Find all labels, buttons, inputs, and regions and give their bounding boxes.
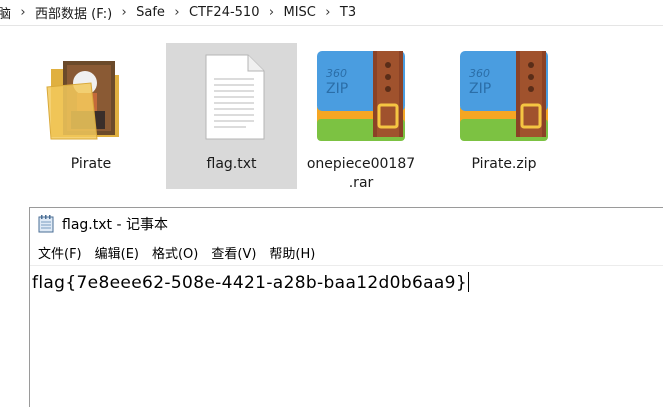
notepad-menu-bar: 文件(F) 编辑(E) 格式(O) 查看(V) 帮助(H): [30, 240, 663, 266]
archive-brand-label: 360: [326, 67, 347, 80]
menu-view[interactable]: 查看(V): [207, 243, 260, 262]
file-item-pirate-folder[interactable]: Pirate: [39, 43, 143, 189]
notepad-icon: [38, 215, 54, 233]
notepad-title-bar[interactable]: flag.txt - 记事本: [30, 208, 663, 240]
menu-help[interactable]: 帮助(H): [265, 243, 319, 262]
text-file-icon: [182, 47, 282, 147]
breadcrumb-item[interactable]: 脑: [0, 3, 15, 22]
file-name: flag.txt: [206, 156, 257, 172]
breadcrumb-item[interactable]: 西部数据 (F:): [31, 3, 116, 22]
text-caret: [468, 272, 470, 292]
chevron-right-icon[interactable]: ›: [116, 5, 132, 20]
notepad-text-line: flag{7e8eee62-508e-4421-a28b-baa12d0b6aa…: [32, 272, 470, 293]
breadcrumb-item[interactable]: CTF24-510: [185, 5, 264, 20]
archive-type-label: ZIP: [326, 81, 348, 97]
breadcrumb-item[interactable]: T3: [336, 5, 360, 20]
notepad-text-area[interactable]: flag{7e8eee62-508e-4421-a28b-baa12d0b6aa…: [30, 266, 663, 407]
breadcrumb-item[interactable]: MISC: [279, 5, 319, 20]
file-list: Pirate flag.txt 360 ZIP onepiece00187 .r…: [0, 27, 663, 207]
notepad-window: flag.txt - 记事本 文件(F) 编辑(E) 格式(O) 查看(V) 帮…: [29, 207, 663, 407]
menu-edit[interactable]: 编辑(E): [91, 243, 143, 262]
notepad-title: flag.txt - 记事本: [62, 217, 168, 233]
file-name: onepiece00187 .rar: [306, 156, 416, 191]
file-item-flag-txt[interactable]: flag.txt: [166, 43, 297, 189]
file-name: Pirate.zip: [471, 156, 537, 172]
notepad-content: flag{7e8eee62-508e-4421-a28b-baa12d0b6aa…: [32, 273, 468, 293]
chevron-right-icon[interactable]: ›: [15, 5, 31, 20]
folder-icon: [41, 47, 141, 147]
zip-archive-icon: 360 ZIP: [454, 47, 554, 147]
chevron-right-icon[interactable]: ›: [169, 5, 185, 20]
archive-type-label: ZIP: [469, 81, 491, 97]
file-name: Pirate: [70, 156, 112, 172]
chevron-right-icon[interactable]: ›: [320, 5, 336, 20]
file-item-onepiece-rar[interactable]: 360 ZIP onepiece00187 .rar: [307, 43, 415, 191]
file-item-pirate-zip[interactable]: 360 ZIP Pirate.zip: [452, 43, 556, 189]
menu-file[interactable]: 文件(F): [34, 243, 86, 262]
archive-brand-label: 360: [469, 67, 490, 80]
zip-archive-icon: 360 ZIP: [311, 47, 411, 147]
menu-format[interactable]: 格式(O): [148, 243, 202, 262]
breadcrumb: 脑 › 西部数据 (F:) › Safe › CTF24-510 › MISC …: [0, 0, 663, 26]
breadcrumb-item[interactable]: Safe: [132, 5, 169, 20]
chevron-right-icon[interactable]: ›: [263, 5, 279, 20]
